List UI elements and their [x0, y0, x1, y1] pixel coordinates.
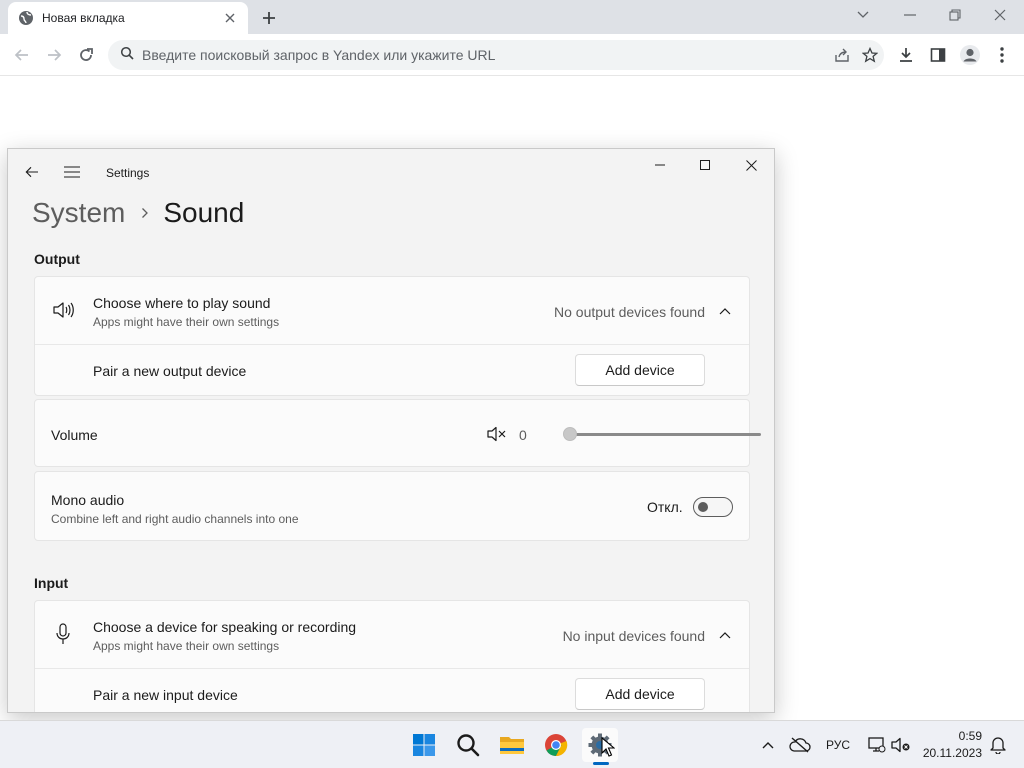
tab-title: Новая вкладка — [42, 11, 125, 25]
input-section-title: Input — [34, 575, 69, 591]
add-input-device-button[interactable]: Add device — [575, 678, 705, 710]
close-window-icon[interactable] — [986, 4, 1014, 26]
reload-icon[interactable] — [73, 42, 99, 68]
share-icon[interactable] — [828, 41, 856, 69]
volume-card: Volume 0 — [34, 399, 761, 467]
page-title: Sound — [163, 197, 245, 228]
choose-output-row[interactable]: Choose where to play sound Apps might ha… — [35, 277, 749, 344]
mono-audio-toggle[interactable] — [693, 497, 733, 517]
clock-date[interactable]: 20.11.2023 — [914, 746, 982, 760]
chevron-right-icon — [141, 207, 149, 219]
mono-audio-subtitle: Combine left and right audio channels in… — [51, 512, 299, 526]
browser-toolbar: Введите поисковый запрос в Yandex или ук… — [0, 34, 1024, 76]
mouse-cursor-icon — [601, 736, 616, 757]
breadcrumb: System Sound — [32, 193, 244, 233]
chevron-up-icon[interactable] — [756, 733, 780, 757]
new-tab-button[interactable] — [258, 7, 280, 29]
microphone-icon — [51, 622, 75, 646]
input-status: No input devices found — [562, 628, 705, 644]
pair-output-row: Pair a new output device Add device — [35, 345, 749, 397]
bookmark-star-icon[interactable] — [856, 41, 884, 69]
volume-label: Volume — [51, 427, 98, 443]
volume-slider-track[interactable] — [571, 433, 761, 436]
menu-kebab-icon[interactable] — [989, 42, 1015, 68]
volume-muted-icon[interactable] — [889, 733, 913, 757]
volume-slider-thumb[interactable] — [563, 427, 577, 441]
settings-maximize-icon[interactable] — [683, 153, 727, 177]
side-panel-icon[interactable] — [925, 42, 951, 68]
file-explorer-icon[interactable] — [494, 728, 530, 762]
forward-icon[interactable] — [41, 42, 67, 68]
output-device-card: Choose where to play sound Apps might ha… — [34, 276, 750, 396]
search-icon[interactable] — [450, 728, 486, 762]
choose-input-title: Choose a device for speaking or recordin… — [93, 619, 357, 635]
choose-output-title: Choose where to play sound — [93, 295, 271, 311]
volume-value: 0 — [519, 427, 527, 443]
back-icon[interactable] — [9, 42, 35, 68]
output-status: No output devices found — [554, 304, 705, 320]
windows-start-icon[interactable] — [406, 728, 442, 762]
mute-speaker-icon[interactable] — [485, 422, 509, 446]
chrome-icon[interactable] — [538, 728, 574, 762]
omnibox[interactable]: Введите поисковый запрос в Yandex или ук… — [108, 40, 884, 70]
output-section-title: Output — [34, 251, 80, 267]
input-language[interactable]: РУС — [826, 738, 850, 752]
pair-input-row: Pair a new input device Add device — [35, 669, 749, 712]
search-icon — [120, 46, 134, 65]
minimize-icon[interactable] — [896, 4, 924, 26]
tab-search-icon[interactable] — [849, 4, 877, 26]
settings-close-icon[interactable] — [729, 153, 773, 177]
settings-back-icon[interactable] — [20, 160, 44, 184]
close-tab-icon[interactable] — [222, 10, 238, 26]
pair-input-label: Pair a new input device — [93, 687, 238, 703]
mono-audio-title: Mono audio — [51, 492, 125, 508]
settings-minimize-icon[interactable] — [638, 153, 682, 177]
breadcrumb-system[interactable]: System — [32, 197, 125, 229]
mono-audio-card: Mono audio Combine left and right audio … — [34, 471, 750, 541]
clock-time[interactable]: 0:59 — [934, 729, 982, 743]
network-icon[interactable] — [864, 733, 888, 757]
chevron-up-icon[interactable] — [715, 301, 735, 321]
onedrive-offline-icon[interactable] — [788, 733, 812, 757]
browser-tab[interactable]: Новая вкладка — [8, 2, 248, 34]
choose-input-row[interactable]: Choose a device for speaking or recordin… — [35, 601, 749, 668]
chevron-up-icon[interactable] — [715, 625, 735, 645]
download-icon[interactable] — [893, 42, 919, 68]
active-app-indicator — [593, 762, 609, 765]
omnibox-placeholder: Введите поисковый запрос в Yandex или ук… — [142, 47, 496, 63]
settings-window-title: Settings — [106, 166, 150, 180]
choose-input-subtitle: Apps might have their own settings — [93, 639, 280, 653]
input-device-card: Choose a device for speaking or recordin… — [34, 600, 750, 712]
choose-output-subtitle: Apps might have their own settings — [93, 315, 280, 329]
hamburger-menu-icon[interactable] — [60, 160, 84, 184]
taskbar: РУС 0:59 20.11.2023 — [0, 720, 1024, 768]
globe-icon — [18, 10, 34, 26]
profile-avatar-icon[interactable] — [957, 42, 983, 68]
add-output-device-button[interactable]: Add device — [575, 354, 705, 386]
settings-title-bar: Settings — [8, 149, 774, 197]
browser-tab-bar: Новая вкладка — [0, 0, 1024, 34]
speaker-icon — [51, 298, 75, 322]
mono-audio-state: Откл. — [647, 499, 683, 515]
restore-icon[interactable] — [941, 4, 969, 26]
notification-bell-icon[interactable] — [986, 733, 1010, 757]
pair-output-label: Pair a new output device — [93, 363, 247, 379]
toggle-knob — [698, 502, 708, 512]
settings-window: Settings System Sound Output Choose wher… — [7, 148, 775, 713]
